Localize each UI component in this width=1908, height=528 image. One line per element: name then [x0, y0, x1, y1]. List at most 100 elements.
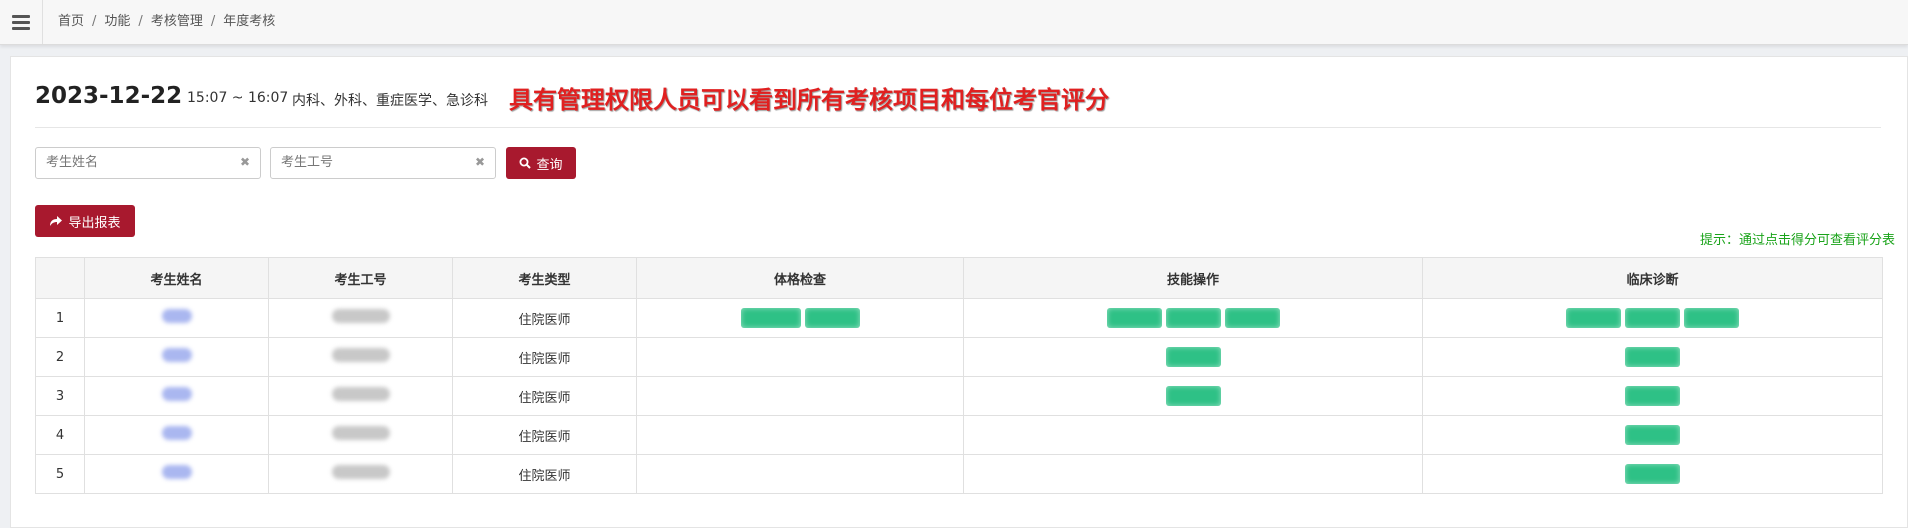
- score-cell-skills: [963, 454, 1423, 494]
- candidate-id: [268, 454, 453, 494]
- share-icon: [50, 216, 63, 226]
- candidate-id: [268, 376, 453, 416]
- col-header-index: [35, 257, 85, 299]
- redacted-id: [331, 426, 390, 440]
- score-badge[interactable]: [740, 308, 801, 328]
- exam-header: 2023-12-22 15:07 ~ 16:07 内科、外科、重症医学、急诊科 …: [35, 83, 1881, 128]
- redacted-name[interactable]: [161, 348, 192, 362]
- score-cell-skills: [963, 337, 1423, 377]
- redacted-id: [331, 348, 390, 362]
- table-row: 2 住院医师: [35, 337, 1883, 377]
- score-cell-physical: [636, 454, 964, 494]
- redacted-id: [331, 387, 390, 401]
- candidate-name: [84, 376, 269, 416]
- score-cell-clinical: [1422, 454, 1883, 494]
- clear-icon[interactable]: ✖: [475, 155, 485, 169]
- exam-departments: 内科、外科、重症医学、急诊科: [292, 93, 488, 109]
- score-badge[interactable]: [1625, 386, 1680, 406]
- score-cell-clinical: [1422, 376, 1883, 416]
- breadcrumb-exam-management[interactable]: 考核管理: [151, 14, 203, 29]
- row-index: 2: [35, 337, 85, 377]
- candidate-type: 住院医师: [452, 376, 637, 416]
- score-badge[interactable]: [1165, 347, 1221, 367]
- candidate-id: [268, 298, 453, 338]
- score-badge[interactable]: [1106, 308, 1162, 328]
- exam-time: 15:07 ~ 16:07: [187, 90, 289, 106]
- query-button-label: 查询: [536, 157, 563, 173]
- row-index: 3: [35, 376, 85, 416]
- row-index: 1: [35, 298, 85, 338]
- score-badge[interactable]: [1684, 308, 1739, 328]
- query-button[interactable]: 查询: [506, 147, 576, 179]
- redacted-id: [331, 465, 390, 479]
- hamburger-icon: [12, 12, 30, 33]
- menu-toggle-button[interactable]: [0, 0, 43, 44]
- score-cell-skills: [963, 415, 1423, 455]
- export-report-button[interactable]: 导出报表: [35, 205, 135, 237]
- redacted-name[interactable]: [161, 387, 192, 401]
- hint-text: 提示：通过点击得分可查看评分表: [1699, 233, 1895, 248]
- breadcrumb-home[interactable]: 首页: [58, 14, 84, 29]
- exam-date: 2023-12-22: [35, 83, 183, 109]
- candidate-name: [84, 298, 269, 338]
- candidate-type: 住院医师: [452, 298, 637, 338]
- score-cell-physical: [636, 415, 964, 455]
- score-badge[interactable]: [1625, 308, 1680, 328]
- candidate-name-input[interactable]: [36, 148, 236, 176]
- candidate-name: [84, 415, 269, 455]
- score-cell-skills: [963, 376, 1423, 416]
- candidate-name: [84, 337, 269, 377]
- score-cell-physical: [636, 337, 964, 377]
- permission-notice: 具有管理权限人员可以看到所有考核项目和每位考官评分: [509, 85, 1109, 114]
- row-index: 5: [35, 454, 85, 494]
- score-badge[interactable]: [1165, 386, 1221, 406]
- candidate-type: 住院医师: [452, 337, 637, 377]
- score-badge[interactable]: [1165, 308, 1221, 328]
- score-badge[interactable]: [1566, 308, 1621, 328]
- search-icon: [519, 157, 532, 169]
- candidate-type: 住院医师: [452, 415, 637, 455]
- table-row: 1 住院医师: [35, 298, 1883, 338]
- col-header-id: 考生工号: [268, 257, 453, 299]
- score-cell-clinical: [1422, 337, 1883, 377]
- score-cell-physical: [636, 376, 964, 416]
- table-row: 4 住院医师: [35, 415, 1883, 455]
- score-cell-clinical: [1422, 415, 1883, 455]
- score-badge[interactable]: [1224, 308, 1280, 328]
- export-button-label: 导出报表: [68, 215, 121, 231]
- redacted-name[interactable]: [161, 426, 192, 440]
- table-body: 1 住院医师 2 住院医师 3 住院医师 4 住院医师 5 住院医师: [35, 298, 1883, 494]
- score-cell-skills: [963, 298, 1423, 338]
- col-header-clinical-diagnosis: 临床诊断: [1422, 257, 1883, 299]
- clear-icon[interactable]: ✖: [240, 155, 250, 169]
- score-badge[interactable]: [804, 308, 860, 328]
- col-header-skill-operation: 技能操作: [963, 257, 1423, 299]
- score-cell-physical: [636, 298, 964, 338]
- candidate-type: 住院医师: [452, 454, 637, 494]
- breadcrumb-annual-exam: 年度考核: [223, 14, 276, 29]
- table-row: 3 住院医师: [35, 376, 1883, 416]
- col-header-name: 考生姓名: [84, 257, 269, 299]
- candidate-id: [268, 337, 453, 377]
- table-header-row: 考生姓名 考生工号 考生类型 体格检查 技能操作 临床诊断: [35, 257, 1883, 299]
- candidate-name: [84, 454, 269, 494]
- breadcrumb: 首页 / 功能 / 考核管理 / 年度考核: [58, 14, 276, 29]
- table-row: 5 住院医师: [35, 454, 1883, 494]
- candidate-id-input[interactable]: [271, 148, 471, 176]
- col-header-type: 考生类型: [452, 257, 637, 299]
- score-badge[interactable]: [1625, 425, 1680, 445]
- name-search-box: ✖: [35, 147, 261, 179]
- score-badge[interactable]: [1625, 464, 1680, 484]
- candidate-id: [268, 415, 453, 455]
- row-index: 4: [35, 415, 85, 455]
- redacted-id: [331, 309, 390, 323]
- score-cell-clinical: [1422, 298, 1883, 338]
- redacted-name[interactable]: [161, 309, 192, 323]
- col-header-physical-exam: 体格检查: [636, 257, 964, 299]
- results-table: 考生姓名 考生工号 考生类型 体格检查 技能操作 临床诊断 1 住院医师 2 住院医师…: [35, 257, 1883, 494]
- top-bar: 首页 / 功能 / 考核管理 / 年度考核: [0, 0, 1908, 45]
- score-badge[interactable]: [1625, 347, 1680, 367]
- breadcrumb-function[interactable]: 功能: [104, 14, 130, 29]
- id-search-box: ✖: [270, 147, 496, 179]
- redacted-name[interactable]: [161, 465, 192, 479]
